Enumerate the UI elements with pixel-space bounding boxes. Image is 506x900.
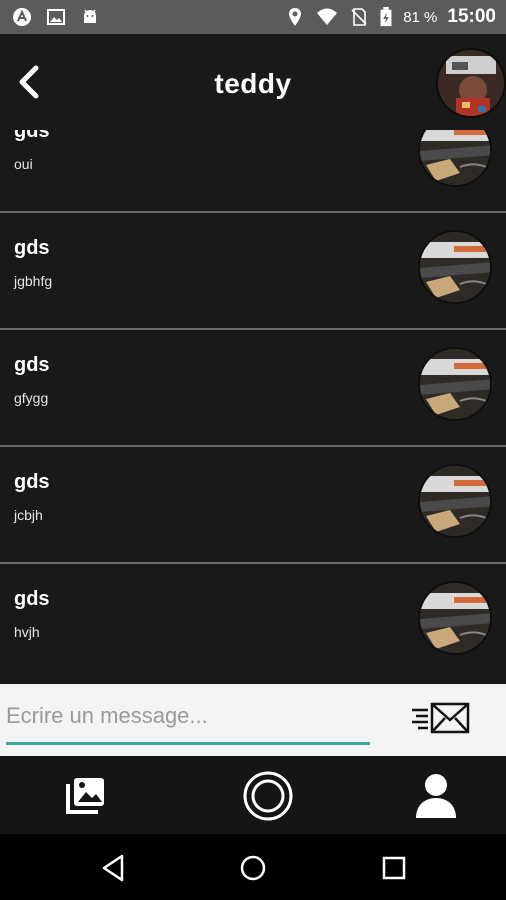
avatar [418, 347, 492, 421]
no-sim-icon [351, 8, 367, 26]
sender-name: gds [14, 354, 50, 376]
status-bar: 81 % 15:00 [0, 0, 506, 34]
message-text: jgbhfg [14, 273, 53, 289]
avatar-photo [420, 349, 490, 419]
list-item[interactable]: gds oui [0, 130, 506, 213]
android-notification-icon [84, 9, 96, 23]
message-text: gfygg [14, 390, 49, 406]
recents-square-icon[interactable] [378, 852, 410, 884]
clock: 15:00 [447, 6, 496, 27]
list-item[interactable]: gds gfygg [0, 332, 506, 447]
status-system: 81 % 15:00 [285, 6, 496, 28]
sender-name: gds [14, 588, 50, 610]
avatar-photo [420, 583, 490, 653]
battery-charging-icon [380, 7, 392, 27]
contact-avatar[interactable] [436, 48, 506, 118]
home-circle-icon[interactable] [237, 852, 269, 884]
app-notification-icon [13, 8, 31, 26]
image-notification-icon [47, 9, 65, 25]
gallery-icon[interactable] [60, 770, 112, 822]
profile-icon[interactable] [410, 770, 462, 822]
avatar [418, 230, 492, 304]
location-icon [289, 8, 302, 26]
list-item[interactable]: gds jcbjh [0, 449, 506, 564]
avatar-photo [420, 466, 490, 536]
list-item[interactable]: gds hvjh [0, 566, 506, 681]
input-underline [6, 742, 370, 745]
page-title: teddy [214, 68, 292, 99]
send-mail-icon[interactable] [410, 698, 472, 740]
sender-name: gds [14, 130, 50, 142]
avatar [418, 130, 492, 187]
avatar [418, 581, 492, 655]
wifi-icon [317, 8, 338, 25]
contact-photo [438, 50, 504, 116]
sender-name: gds [14, 237, 50, 259]
message-text: hvjh [14, 624, 40, 640]
message-input[interactable] [6, 700, 370, 732]
list-item[interactable]: gds jgbhfg [0, 215, 506, 330]
battery-percent: 81 % [403, 8, 438, 26]
status-notifications [12, 7, 100, 27]
system-nav-bar [0, 834, 506, 900]
camera-ring-icon[interactable] [242, 770, 294, 822]
message-composer [0, 684, 506, 756]
back-triangle-icon[interactable] [98, 852, 130, 884]
avatar-photo [420, 232, 490, 302]
bottom-tab-bar [0, 756, 506, 834]
message-text: jcbjh [14, 507, 43, 523]
avatar [418, 464, 492, 538]
sender-name: gds [14, 471, 50, 493]
conversation-header: teddy [0, 34, 506, 130]
avatar-photo [420, 130, 490, 185]
message-list[interactable]: gds oui gds jgbhfg gds gfygg gds jcbjh g… [0, 130, 506, 684]
message-text: oui [14, 156, 33, 172]
